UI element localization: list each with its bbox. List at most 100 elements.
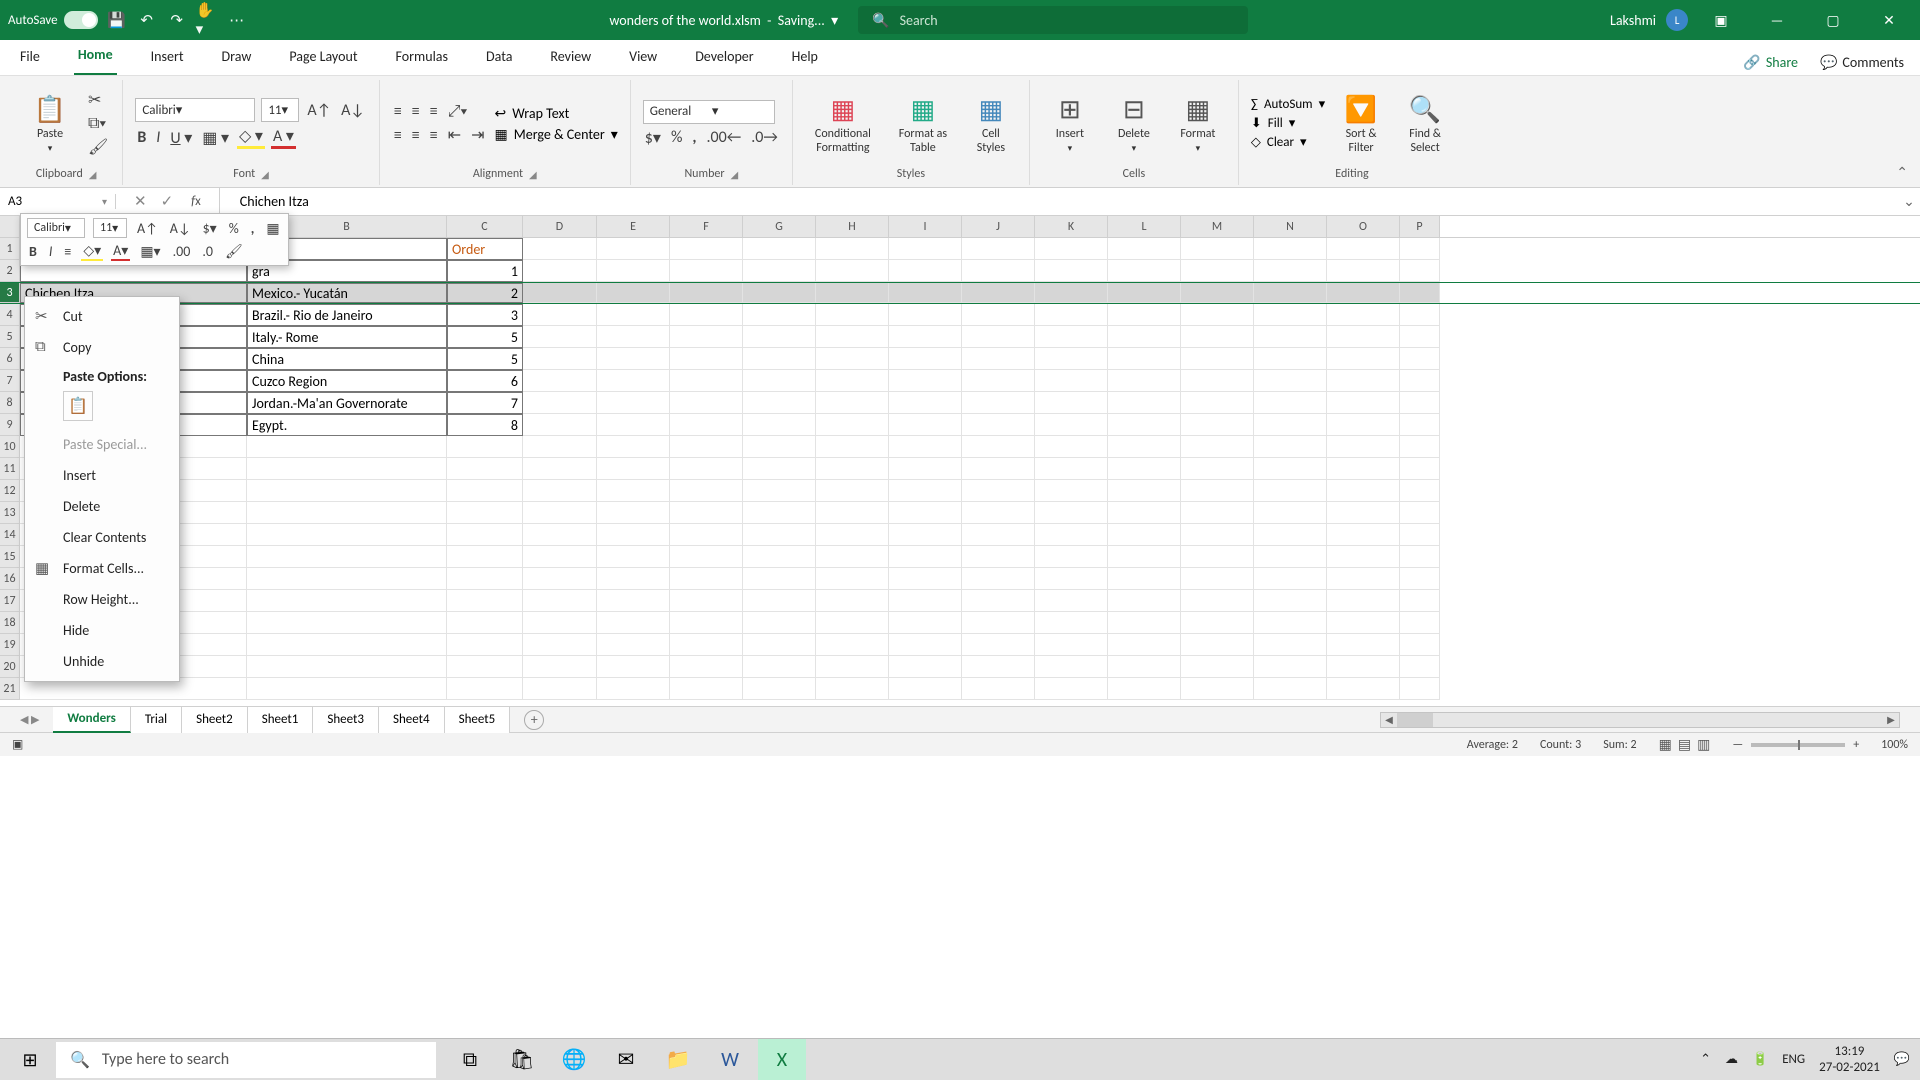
cell-D3[interactable] bbox=[523, 283, 597, 303]
delete-cells-button[interactable]: ⊟Delete▾ bbox=[1106, 93, 1162, 154]
row-header-19[interactable]: 19 bbox=[0, 634, 20, 656]
mini-bold-icon[interactable]: B bbox=[27, 243, 39, 260]
sheet-nav[interactable]: ◀ ▶ bbox=[20, 713, 53, 726]
cell-F17[interactable] bbox=[670, 590, 743, 612]
cell-O17[interactable] bbox=[1327, 590, 1400, 612]
cell-B11[interactable] bbox=[247, 458, 447, 480]
cell-G19[interactable] bbox=[743, 634, 816, 656]
cell-L15[interactable] bbox=[1108, 546, 1181, 568]
share-button[interactable]: 🔗 Share bbox=[1743, 54, 1798, 71]
cell-J14[interactable] bbox=[962, 524, 1035, 546]
ribbon-tab-page-layout[interactable]: Page Layout bbox=[285, 40, 361, 75]
row-header-13[interactable]: 13 bbox=[0, 502, 20, 524]
mini-font-size[interactable]: 11▾ bbox=[93, 218, 127, 238]
cell-O20[interactable] bbox=[1327, 656, 1400, 678]
fx-icon[interactable]: fx bbox=[191, 188, 220, 216]
cell-N4[interactable] bbox=[1254, 304, 1327, 326]
cell-H19[interactable] bbox=[816, 634, 889, 656]
sheet-tab-sheet3[interactable]: Sheet3 bbox=[313, 707, 379, 733]
cell-I11[interactable] bbox=[889, 458, 962, 480]
cell-E8[interactable] bbox=[597, 392, 670, 414]
cell-B19[interactable] bbox=[247, 634, 447, 656]
cell-K13[interactable] bbox=[1035, 502, 1108, 524]
cell-I8[interactable] bbox=[889, 392, 962, 414]
row-header-9[interactable]: 9 bbox=[0, 414, 20, 436]
cell-D16[interactable] bbox=[523, 568, 597, 590]
ribbon-tab-file[interactable]: File bbox=[16, 40, 44, 75]
cell-C13[interactable] bbox=[447, 502, 523, 524]
language-indicator[interactable]: ENG bbox=[1782, 1052, 1805, 1067]
ribbon-tab-developer[interactable]: Developer bbox=[691, 40, 757, 75]
cell-L2[interactable] bbox=[1108, 260, 1181, 282]
cell-B4[interactable]: Brazil.- Rio de Janeiro bbox=[247, 304, 447, 326]
cell-L10[interactable] bbox=[1108, 436, 1181, 458]
cell-D15[interactable] bbox=[523, 546, 597, 568]
cell-E9[interactable] bbox=[597, 414, 670, 436]
comments-button[interactable]: 💬 Comments bbox=[1820, 54, 1904, 71]
cell-G2[interactable] bbox=[743, 260, 816, 282]
dialog-launcher-icon[interactable]: ◢ bbox=[731, 168, 739, 181]
sort-filter-button[interactable]: 🔽Sort & Filter bbox=[1333, 93, 1389, 155]
cell-H18[interactable] bbox=[816, 612, 889, 634]
cell-H5[interactable] bbox=[816, 326, 889, 348]
cell-P8[interactable] bbox=[1400, 392, 1440, 414]
mini-cond-format-icon[interactable]: ▦ bbox=[264, 220, 281, 237]
cell-C7[interactable]: 6 bbox=[447, 370, 523, 392]
cell-M1[interactable] bbox=[1181, 238, 1254, 260]
cell-F8[interactable] bbox=[670, 392, 743, 414]
cell-C16[interactable] bbox=[447, 568, 523, 590]
cell-K18[interactable] bbox=[1035, 612, 1108, 634]
context-menu-insert[interactable]: Insert bbox=[25, 460, 179, 491]
cell-J11[interactable] bbox=[962, 458, 1035, 480]
cell-F7[interactable] bbox=[670, 370, 743, 392]
cell-N19[interactable] bbox=[1254, 634, 1327, 656]
cell-O18[interactable] bbox=[1327, 612, 1400, 634]
cell-C20[interactable] bbox=[447, 656, 523, 678]
cell-M21[interactable] bbox=[1181, 678, 1254, 700]
cell-L14[interactable] bbox=[1108, 524, 1181, 546]
align-right-icon[interactable]: ≡ bbox=[428, 126, 440, 145]
cell-C5[interactable]: 5 bbox=[447, 326, 523, 348]
taskbar-search[interactable]: 🔍 Type here to search bbox=[56, 1042, 436, 1078]
cell-D12[interactable] bbox=[523, 480, 597, 502]
cell-J9[interactable] bbox=[962, 414, 1035, 436]
cell-C15[interactable] bbox=[447, 546, 523, 568]
cell-D1[interactable] bbox=[523, 238, 597, 260]
cell-D13[interactable] bbox=[523, 502, 597, 524]
cell-J19[interactable] bbox=[962, 634, 1035, 656]
cell-E10[interactable] bbox=[597, 436, 670, 458]
cell-G6[interactable] bbox=[743, 348, 816, 370]
borders-icon[interactable]: ▦ ▾ bbox=[200, 128, 231, 148]
cell-L16[interactable] bbox=[1108, 568, 1181, 590]
cell-M17[interactable] bbox=[1181, 590, 1254, 612]
increase-decimal-icon[interactable]: .00← bbox=[705, 128, 744, 147]
paste-button[interactable]: 📋 Paste ▾ bbox=[22, 93, 78, 154]
cell-I10[interactable] bbox=[889, 436, 962, 458]
row-header-6[interactable]: 6 bbox=[0, 348, 20, 370]
cell-N6[interactable] bbox=[1254, 348, 1327, 370]
cell-C3[interactable]: 2 bbox=[447, 283, 523, 303]
cell-N14[interactable] bbox=[1254, 524, 1327, 546]
context-menu-hide[interactable]: Hide bbox=[25, 615, 179, 646]
cell-G3[interactable] bbox=[743, 283, 816, 303]
cell-J5[interactable] bbox=[962, 326, 1035, 348]
name-box[interactable]: A3▾ bbox=[0, 194, 116, 209]
column-header-J[interactable]: J bbox=[962, 216, 1035, 237]
normal-view-icon[interactable]: ▦ bbox=[1659, 736, 1672, 753]
cell-M19[interactable] bbox=[1181, 634, 1254, 656]
cell-L8[interactable] bbox=[1108, 392, 1181, 414]
row-header-10[interactable]: 10 bbox=[0, 436, 20, 458]
cell-I14[interactable] bbox=[889, 524, 962, 546]
cell-H12[interactable] bbox=[816, 480, 889, 502]
context-menu-row-height[interactable]: Row Height... bbox=[25, 584, 179, 615]
cell-P4[interactable] bbox=[1400, 304, 1440, 326]
cell-L5[interactable] bbox=[1108, 326, 1181, 348]
cell-B3[interactable]: Mexico.- Yucatán bbox=[247, 283, 447, 303]
cell-O10[interactable] bbox=[1327, 436, 1400, 458]
decrease-font-icon[interactable]: A↓ bbox=[339, 101, 367, 120]
row-header-7[interactable]: 7 bbox=[0, 370, 20, 392]
cell-J15[interactable] bbox=[962, 546, 1035, 568]
cell-M2[interactable] bbox=[1181, 260, 1254, 282]
cell-G21[interactable] bbox=[743, 678, 816, 700]
cell-C11[interactable] bbox=[447, 458, 523, 480]
